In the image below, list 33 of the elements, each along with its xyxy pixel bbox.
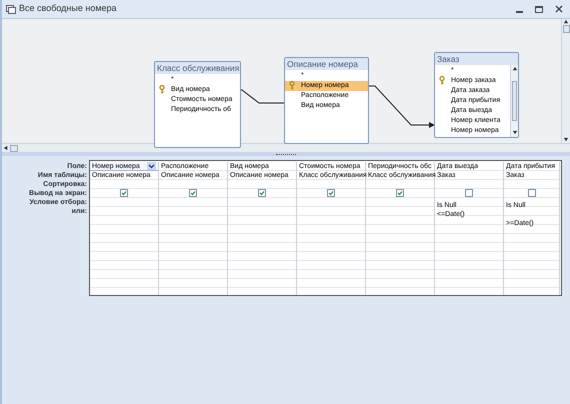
window-title: Все свободные номера [19, 2, 118, 16]
check-icon [259, 190, 265, 196]
checkbox[interactable] [327, 189, 335, 197]
relation-line [369, 85, 435, 129]
key-icon [159, 85, 165, 94]
key-icon [439, 76, 445, 85]
maximize-icon[interactable] [535, 6, 543, 12]
key-icon [289, 81, 295, 90]
scroll-thumb[interactable] [512, 81, 517, 121]
checkbox[interactable] [396, 189, 404, 197]
check-icon [328, 190, 334, 196]
checkbox[interactable] [528, 189, 536, 197]
check-icon [190, 190, 196, 196]
table-title[interactable]: Описание номера [285, 58, 368, 70]
close-icon[interactable] [555, 5, 563, 13]
dropdown-icon[interactable] [147, 162, 156, 170]
scroll-down-icon[interactable] [512, 130, 518, 136]
check-icon [397, 190, 403, 196]
scroll-thumb[interactable] [10, 144, 18, 152]
vertical-scrollbar[interactable] [561, 19, 570, 143]
checkbox[interactable] [258, 189, 266, 197]
table-title[interactable]: Заказ [435, 53, 518, 65]
check-icon [121, 190, 127, 196]
horizontal-scrollbar[interactable] [2, 143, 570, 152]
checkbox[interactable] [465, 189, 473, 197]
checkbox[interactable] [120, 189, 128, 197]
checkbox[interactable] [189, 189, 197, 197]
table-title[interactable]: Класс обслуживания [155, 62, 240, 74]
relation-line [240, 89, 285, 105]
query-icon [6, 4, 16, 14]
scrollbar[interactable] [510, 65, 518, 137]
minimize-icon[interactable] [516, 10, 523, 12]
scroll-thumb[interactable] [562, 25, 570, 33]
